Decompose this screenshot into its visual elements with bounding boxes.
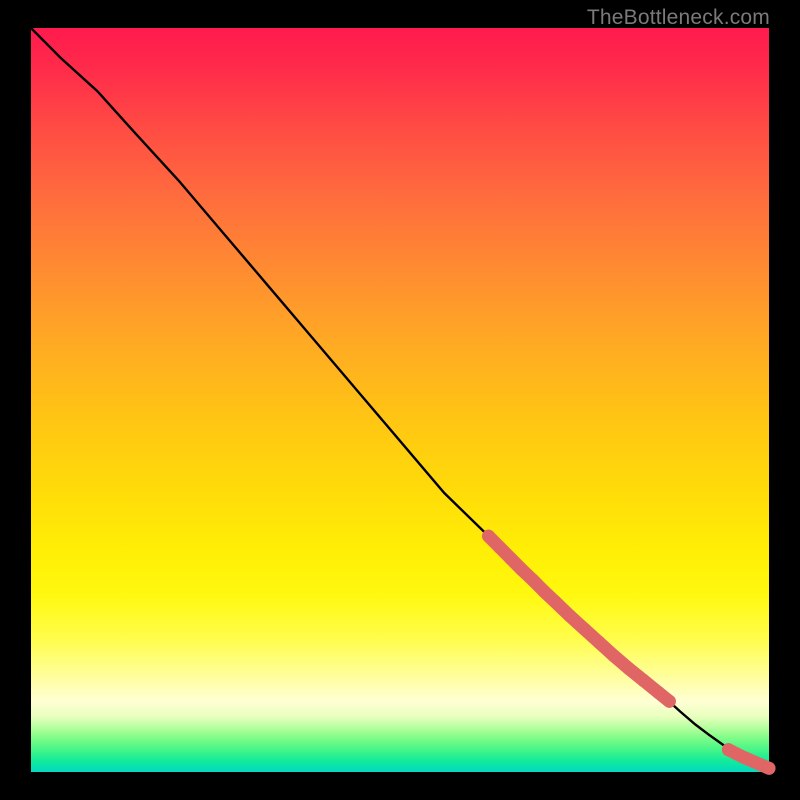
marker-dot: [737, 751, 750, 764]
marker-dot: [722, 743, 735, 756]
marker-dot: [563, 609, 576, 622]
marker-dot: [526, 574, 539, 587]
marker-dot: [493, 541, 506, 554]
marker-dot: [578, 623, 591, 636]
marker-dot: [637, 674, 650, 687]
marker-dot: [482, 530, 495, 543]
marker-dot: [608, 649, 621, 662]
chart-svg: [31, 28, 769, 772]
marker-dot: [593, 636, 606, 649]
marker-dot: [548, 595, 561, 608]
marker-dot: [515, 563, 528, 576]
marker-run-lower: [722, 743, 776, 775]
chart-frame: TheBottleneck.com: [0, 0, 800, 800]
marker-dot: [763, 762, 776, 775]
plot-area: [31, 28, 769, 772]
watermark-label: TheBottleneck.com: [587, 6, 770, 30]
marker-run-upper: [482, 530, 676, 708]
marker-dot: [622, 662, 635, 675]
marker-dot: [537, 585, 550, 598]
marker-dot: [652, 686, 665, 699]
marker-dot: [663, 695, 676, 708]
curve-line: [31, 28, 769, 768]
marker-dot: [504, 552, 517, 565]
